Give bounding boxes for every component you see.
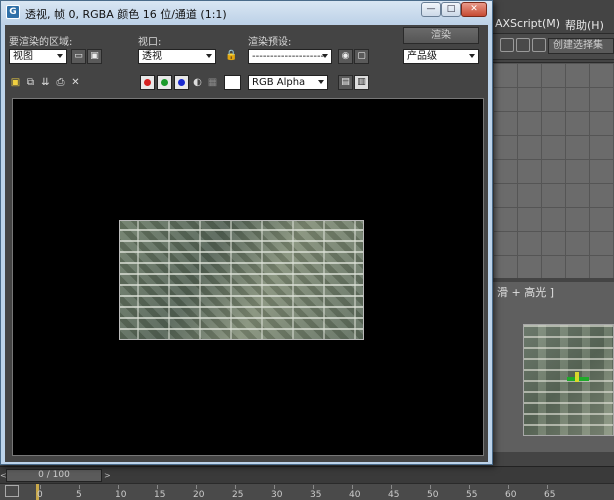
track-tick-label: 20 <box>193 490 205 500</box>
edit-named-selection-icon[interactable] <box>532 38 546 52</box>
area-to-render-label: 要渲染的区域: <box>9 37 73 48</box>
save-icon[interactable]: ▣ <box>9 76 22 89</box>
track-tick <box>118 485 119 489</box>
clear-icon[interactable]: ✕ <box>69 76 82 89</box>
track-tick <box>469 485 470 489</box>
menu-maxscript[interactable]: AXScript(M) <box>495 17 560 30</box>
track-tick <box>352 485 353 489</box>
track-tick-label: 50 <box>427 490 439 500</box>
track-tick <box>157 485 158 489</box>
chevron-down-icon <box>57 54 63 58</box>
area-to-render-value: 视图 <box>13 51 33 62</box>
track-tick-label: 10 <box>115 490 127 500</box>
track-tick-label: 5 <box>76 490 82 500</box>
lock-icon[interactable]: 🔒 <box>225 49 238 62</box>
alpha-channel-icon[interactable]: ◐ <box>191 76 204 89</box>
track-tick-label: 0 <box>37 490 43 500</box>
track-tick-label: 55 <box>466 490 478 500</box>
track-tick <box>391 485 392 489</box>
render-button[interactable]: 渲染 <box>403 27 479 44</box>
max-menubar: AXScript(M) 帮助(H) <box>493 14 614 34</box>
rendered-frame-window: G 透视, 帧 0, RGBA 颜色 16 位/通道 (1:1) — □ ✕ 要… <box>0 0 493 465</box>
channel-display-dropdown[interactable]: RGB Alpha <box>248 75 328 90</box>
track-tick <box>508 485 509 489</box>
clone-icon[interactable]: ⇊ <box>39 76 52 89</box>
track-tick <box>40 485 41 489</box>
time-slider[interactable]: 0 / 100 <box>6 469 102 482</box>
track-tick-label: 60 <box>505 490 517 500</box>
track-tick-label: 25 <box>232 490 244 500</box>
monochrome-icon[interactable]: ▦ <box>206 76 219 89</box>
menu-help[interactable]: 帮助(H) <box>565 17 604 33</box>
maximize-button[interactable]: □ <box>441 2 461 17</box>
toggle-ui-overlays-icon[interactable]: ▤ <box>338 75 353 90</box>
area-to-render-dropdown[interactable]: 视图 <box>9 49 67 64</box>
channel-display-value: RGB Alpha <box>252 77 306 88</box>
track-bar[interactable] <box>0 483 614 500</box>
track-tick <box>79 485 80 489</box>
render-preset-label: 渲染预设: <box>248 37 292 48</box>
production-level-value: 产品级 <box>407 51 437 62</box>
blue-channel-toggle[interactable] <box>174 75 189 90</box>
named-selection-set-field[interactable]: 创建选择集 <box>548 38 614 54</box>
blue-channel-dot <box>178 79 185 86</box>
chevron-down-icon <box>206 54 212 58</box>
color-swatch[interactable] <box>224 75 241 90</box>
red-channel-toggle[interactable] <box>140 75 155 90</box>
rendered-stone-wall-image <box>119 220 364 340</box>
track-tick-label: 15 <box>154 490 166 500</box>
render-preset-dropdown[interactable]: -------------------- <box>248 49 332 64</box>
track-tick <box>547 485 548 489</box>
angle-snap-icon[interactable] <box>516 38 530 52</box>
environment-effects-icon[interactable]: ▢ <box>354 49 369 64</box>
chevron-down-icon <box>469 54 475 58</box>
track-tick <box>196 485 197 489</box>
track-tick <box>235 485 236 489</box>
toggle-ui-icon[interactable]: ▥ <box>354 75 369 90</box>
viewport-label: 视口: <box>138 37 162 48</box>
copy-icon[interactable]: ⧉ <box>24 76 37 89</box>
minimize-button[interactable]: — <box>421 2 441 17</box>
snap-toggle-icon[interactable] <box>500 38 514 52</box>
app-icon: G <box>6 5 20 19</box>
render-window-body: 要渲染的区域: 视口: 渲染预设: 渲染 视图 ▭ ▣ 透视 🔒 -------… <box>5 25 488 462</box>
viewport-top[interactable] <box>493 62 614 278</box>
green-channel-toggle[interactable] <box>157 75 172 90</box>
viewport-dropdown[interactable]: 透视 <box>138 49 216 64</box>
track-tick-label: 35 <box>310 490 322 500</box>
viewport-perspective-label[interactable]: 滑 + 高光 ] <box>497 284 554 300</box>
print-icon[interactable]: ⎙ <box>54 76 67 89</box>
track-tick <box>274 485 275 489</box>
track-tick-label: 45 <box>388 490 400 500</box>
chevron-down-icon <box>318 80 324 84</box>
time-next-button[interactable]: > <box>104 469 111 482</box>
track-tick-label: 40 <box>349 490 361 500</box>
render-setup-icon[interactable]: ◉ <box>338 49 353 64</box>
frame-buffer-area[interactable] <box>12 98 484 456</box>
move-gizmo-y-axis[interactable] <box>575 372 579 382</box>
render-preset-value: -------------------- <box>252 51 325 62</box>
track-tick <box>313 485 314 489</box>
production-level-dropdown[interactable]: 产品级 <box>403 49 479 64</box>
track-tick-label: 30 <box>271 490 283 500</box>
window-titlebar[interactable]: G 透视, 帧 0, RGBA 颜色 16 位/通道 (1:1) — □ ✕ <box>1 1 492 25</box>
red-channel-dot <box>144 79 151 86</box>
track-tick-label: 65 <box>544 490 556 500</box>
render-window-toolbar: ▣ ⧉ ⇊ ⎙ ✕ ◐ ▦ RGB Alpha ▤ ▥ <box>5 73 488 93</box>
edit-region-icon[interactable]: ▭ <box>71 49 86 64</box>
close-button[interactable]: ✕ <box>461 2 487 17</box>
auto-region-icon[interactable]: ▣ <box>87 49 102 64</box>
green-channel-dot <box>161 79 168 86</box>
track-tick <box>430 485 431 489</box>
chevron-down-icon <box>322 54 328 58</box>
curve-editor-icon[interactable] <box>5 485 19 497</box>
window-title: 透视, 帧 0, RGBA 颜色 16 位/通道 (1:1) <box>25 8 227 21</box>
viewport-value: 透视 <box>142 51 162 62</box>
